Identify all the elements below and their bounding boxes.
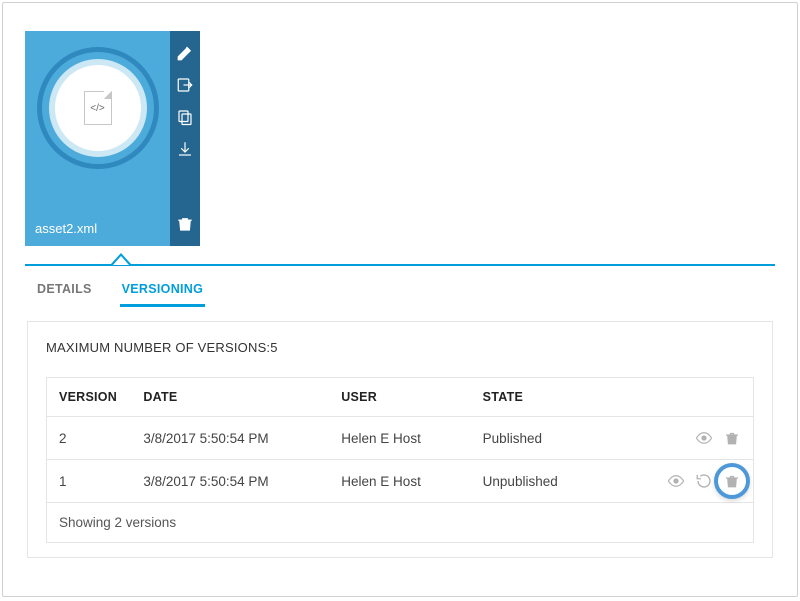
cell-date: 3/8/2017 5:50:54 PM xyxy=(131,460,329,503)
col-user: USER xyxy=(329,378,470,417)
table-row: 23/8/2017 5:50:54 PMHelen E HostPublishe… xyxy=(47,417,754,460)
pencil-icon[interactable] xyxy=(174,42,196,64)
cell-version: 2 xyxy=(47,417,132,460)
tab-versioning[interactable]: VERSIONING xyxy=(120,276,206,307)
asset-preview[interactable]: </> asset2.xml xyxy=(25,31,170,246)
copy-icon[interactable] xyxy=(174,106,196,128)
asset-name: asset2.xml xyxy=(35,221,97,236)
versions-header-row: VERSION DATE USER STATE xyxy=(47,378,754,417)
export-icon[interactable] xyxy=(174,74,196,96)
col-actions xyxy=(612,378,753,417)
cell-user: Helen E Host xyxy=(329,460,470,503)
table-row: 13/8/2017 5:50:54 PMHelen E HostUnpublis… xyxy=(47,460,754,503)
cell-state: Published xyxy=(471,417,612,460)
eye-icon[interactable] xyxy=(667,472,685,490)
max-versions-value: 5 xyxy=(270,340,277,355)
cell-version: 1 xyxy=(47,460,132,503)
max-versions: MAXIMUM NUMBER OF VERSIONS:5 xyxy=(46,340,754,355)
tab-pointer xyxy=(111,253,131,264)
col-version: VERSION xyxy=(47,378,132,417)
col-date: DATE xyxy=(131,378,329,417)
versioning-panel: MAXIMUM NUMBER OF VERSIONS:5 VERSION DAT… xyxy=(27,321,773,558)
trash-icon[interactable] xyxy=(174,213,196,235)
asset-tile: </> asset2.xml xyxy=(25,31,200,246)
col-state: STATE xyxy=(471,378,612,417)
file-icon: </> xyxy=(84,91,112,125)
cell-actions xyxy=(612,460,753,503)
tab-details[interactable]: DETAILS xyxy=(35,276,94,307)
max-versions-label: MAXIMUM NUMBER OF VERSIONS: xyxy=(46,340,270,355)
download-icon[interactable] xyxy=(174,138,196,160)
trash-icon[interactable] xyxy=(723,429,741,447)
cell-state: Unpublished xyxy=(471,460,612,503)
eye-icon[interactable] xyxy=(695,429,713,447)
file-type-glyph: </> xyxy=(90,103,104,114)
trash-icon[interactable] xyxy=(723,472,741,490)
restore-icon[interactable] xyxy=(695,472,713,490)
versions-footer: Showing 2 versions xyxy=(47,503,754,543)
cell-actions xyxy=(612,417,753,460)
versions-table: VERSION DATE USER STATE 23/8/2017 5:50:5… xyxy=(46,377,754,543)
preview-ring-outer: </> xyxy=(37,47,159,169)
tabs: DETAILS VERSIONING xyxy=(25,264,775,307)
asset-tile-toolbar xyxy=(170,31,200,246)
cell-user: Helen E Host xyxy=(329,417,470,460)
cell-date: 3/8/2017 5:50:54 PM xyxy=(131,417,329,460)
preview-ring-inner: </> xyxy=(49,59,147,157)
